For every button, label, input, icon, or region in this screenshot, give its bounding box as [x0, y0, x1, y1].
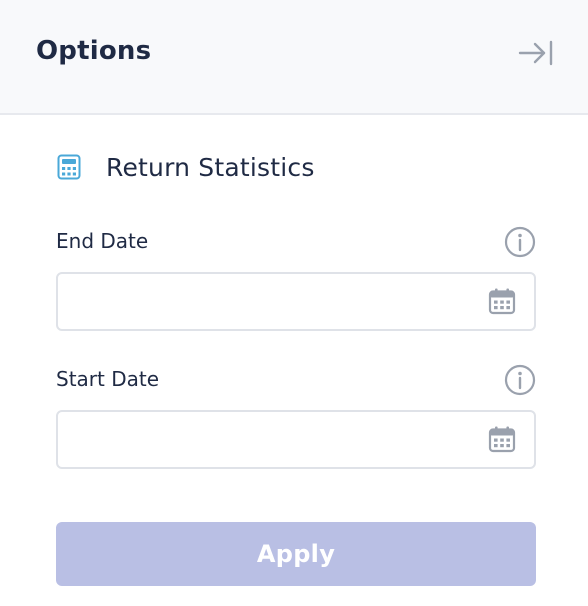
panel-title: Options: [36, 36, 152, 66]
start-date-input[interactable]: [56, 410, 536, 469]
collapse-right-icon: [518, 39, 554, 71]
start-date-info-icon[interactable]: [503, 363, 537, 397]
collapse-panel-button[interactable]: [516, 38, 556, 72]
start-date-calendar-icon[interactable]: [486, 423, 518, 455]
apply-button[interactable]: Apply: [56, 522, 536, 586]
end-date-label: End Date: [56, 229, 149, 253]
start-date-label: Start Date: [56, 367, 160, 391]
section-header: Return Statistics: [56, 150, 315, 184]
options-panel: Options Return Statistics End Date Start…: [0, 0, 588, 606]
section-title: Return Statistics: [106, 152, 315, 182]
end-date-info-icon[interactable]: [503, 225, 537, 259]
calculator-icon: [56, 153, 82, 181]
end-date-calendar-icon[interactable]: [486, 285, 518, 317]
panel-header: Options: [0, 0, 588, 115]
end-date-input[interactable]: [56, 272, 536, 331]
